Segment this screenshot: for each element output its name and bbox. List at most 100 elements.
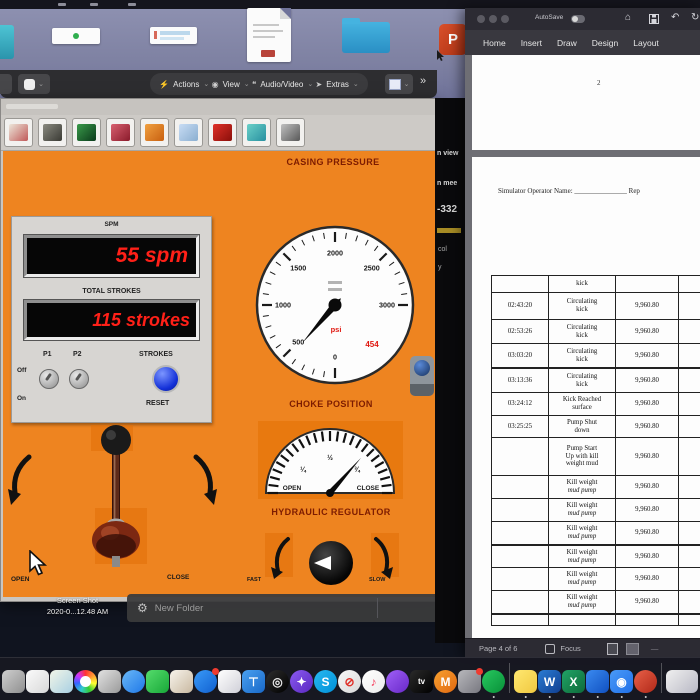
- cell-time: [492, 522, 549, 544]
- new-folder-label: New Folder: [154, 602, 204, 614]
- tab-draw[interactable]: Draw: [557, 38, 577, 48]
- desktop-screenshot-thumb-1[interactable]: [52, 28, 100, 44]
- page-count-label: Page 4 of 6: [479, 644, 518, 653]
- dock-icon-word[interactable]: W: [538, 670, 561, 698]
- dock-icon-webex[interactable]: [482, 670, 505, 698]
- autosave-toggle[interactable]: [571, 15, 585, 23]
- zoom-window-button[interactable]: [501, 15, 509, 23]
- toolbar-menu-view[interactable]: ◉ View ⌄: [212, 80, 250, 89]
- tab-layout[interactable]: Layout: [633, 38, 659, 48]
- sim-toolbar-tool-3[interactable]: [72, 118, 101, 147]
- sim-toolbar-tool-4[interactable]: [106, 118, 135, 147]
- dock-icon-siri-star[interactable]: ✦: [290, 670, 313, 693]
- toolbar-menu-extras[interactable]: ➤ Extras ⌄: [316, 80, 359, 89]
- cell-extra: [679, 591, 700, 613]
- sim-toolbar-tool-7[interactable]: [208, 118, 237, 147]
- sim-toolbar-tool-9[interactable]: [276, 118, 305, 147]
- pump1-switch-knob[interactable]: [39, 369, 59, 389]
- lever-open-arrow-icon[interactable]: [5, 451, 35, 511]
- toolbar-menu-actions[interactable]: ⚡ Actions ⌄: [159, 80, 209, 89]
- window-picker-button[interactable]: ⌄: [385, 74, 413, 94]
- dock-icon-podcasts[interactable]: [386, 670, 409, 693]
- tab-design[interactable]: Design: [592, 38, 618, 48]
- desktop-folder-icon[interactable]: [342, 18, 390, 53]
- choke-lever[interactable]: [61, 423, 173, 573]
- pump2-switch-knob[interactable]: [69, 369, 89, 389]
- sim-toolbar-tool-6[interactable]: [174, 118, 203, 147]
- dock-icon-black-app[interactable]: ◎: [266, 670, 289, 693]
- black-app-glyph: ◎: [272, 674, 283, 689]
- dock-icon-blocked-app[interactable]: ⊘: [338, 670, 361, 693]
- simulator-titlebar[interactable]: [1, 99, 436, 116]
- dock-icon-preview[interactable]: [98, 670, 121, 693]
- dock-icon-maps[interactable]: [50, 670, 73, 693]
- doc-line: [253, 36, 275, 38]
- sim-toolbar-tool-2[interactable]: [38, 118, 67, 147]
- minimize-window-button[interactable]: [489, 15, 497, 23]
- desktop-file-teal[interactable]: [0, 25, 14, 59]
- dock-icon-skype[interactable]: S: [314, 670, 337, 693]
- session-icon-button[interactable]: ⌄: [18, 74, 50, 94]
- dock-icon-screen-share[interactable]: [666, 670, 698, 693]
- cell-time: 02:43:20: [492, 293, 549, 319]
- home-icon[interactable]: ⌂: [625, 12, 631, 23]
- word-titlebar[interactable]: AutoSave ⌂ ↶ ↻: [465, 8, 700, 30]
- cell-depth: 9,960.80: [616, 499, 679, 521]
- dock-icon-app-gray[interactable]: [2, 670, 25, 693]
- dock-icon-teamviewer[interactable]: [586, 670, 609, 698]
- sim-toolbar-tool-1[interactable]: [4, 118, 33, 147]
- lever-close-arrow-icon[interactable]: [187, 451, 222, 511]
- desktop-screenshot-thumb-2[interactable]: [150, 27, 197, 44]
- cell-event: Kill weight mud pump: [549, 499, 616, 521]
- dock-icon-stickies[interactable]: [514, 670, 537, 698]
- tab-home[interactable]: Home: [483, 38, 506, 48]
- cell-extra: [679, 438, 700, 475]
- dock-icon-gallery[interactable]: [170, 670, 193, 693]
- dock-icon-textedit[interactable]: [26, 670, 49, 693]
- cell-extra: [679, 546, 700, 567]
- zoom-slider-handle[interactable]: —: [651, 644, 659, 653]
- tab-insert[interactable]: Insert: [521, 38, 542, 48]
- dock-icon-excel[interactable]: X: [562, 670, 585, 698]
- dock-icon-stocks[interactable]: [218, 670, 241, 693]
- close-window-button[interactable]: [477, 15, 485, 23]
- redo-icon[interactable]: ↻: [691, 12, 699, 23]
- save-icon[interactable]: [649, 14, 659, 24]
- total-strokes-label: TOTAL STROKES: [82, 288, 141, 295]
- remote-session-toolbar: ⌄ ⚡ Actions ⌄ ◉ View ⌄ ❝ Audio/Video ⌄ ➤ Extras ⌄ ⌄…: [0, 70, 437, 98]
- strokes-reset-button[interactable]: [152, 365, 180, 393]
- chat-grip-tab[interactable]: [410, 356, 434, 396]
- toolbar-menu-audio-video[interactable]: ❝ Audio/Video ⌄: [252, 80, 313, 89]
- sim-toolbar-tool-5[interactable]: [140, 118, 169, 147]
- dock-icon-facetime[interactable]: [146, 670, 169, 693]
- regulator-cw-arrow-icon[interactable]: [372, 535, 397, 580]
- cursor-icon: ➤: [315, 79, 323, 89]
- dock-icon-tv[interactable]: tv: [410, 670, 433, 693]
- dock-icon-app-store[interactable]: [194, 668, 219, 693]
- toolbar-more-button[interactable]: »: [420, 75, 426, 87]
- hydraulic-regulator-knob[interactable]: [309, 541, 353, 585]
- dock-icon-zoom[interactable]: ◉: [610, 670, 633, 698]
- dock-icon-keynote[interactable]: ⊤: [242, 670, 265, 693]
- dock-icon-photo-booth[interactable]: [458, 668, 483, 693]
- table-row: [492, 613, 700, 625]
- regulator-ccw-arrow-icon[interactable]: [267, 535, 292, 580]
- new-folder-bar[interactable]: ⚙ New Folder: [127, 594, 465, 622]
- desktop-document-icon[interactable]: [247, 8, 291, 62]
- view-mode-icon-2[interactable]: [625, 642, 639, 655]
- toolbar-edge-nub[interactable]: [0, 74, 12, 94]
- focus-button[interactable]: Focus: [560, 644, 580, 653]
- spm-display: 55 spm: [23, 234, 200, 278]
- undo-icon[interactable]: ↶: [671, 12, 679, 23]
- dock-icon-music[interactable]: ♪: [362, 670, 385, 693]
- dock-icon-red-app[interactable]: [634, 670, 657, 698]
- cell-time: 03:03:20: [492, 344, 549, 367]
- sim-toolbar-tool-8[interactable]: [242, 118, 271, 147]
- dock-icon-photos[interactable]: [74, 670, 97, 693]
- dock-icon-orange-app[interactable]: M: [434, 670, 457, 693]
- word-document-area[interactable]: 2 Simulator Operator Name: _____________…: [465, 55, 700, 638]
- dock-icon-messages[interactable]: [122, 670, 145, 693]
- view-mode-icon-1[interactable]: [606, 642, 618, 655]
- screenshot-file-label[interactable]: Screen Shot 2020-0...12.48 AM: [30, 595, 125, 618]
- tool-7-icon: [213, 124, 232, 141]
